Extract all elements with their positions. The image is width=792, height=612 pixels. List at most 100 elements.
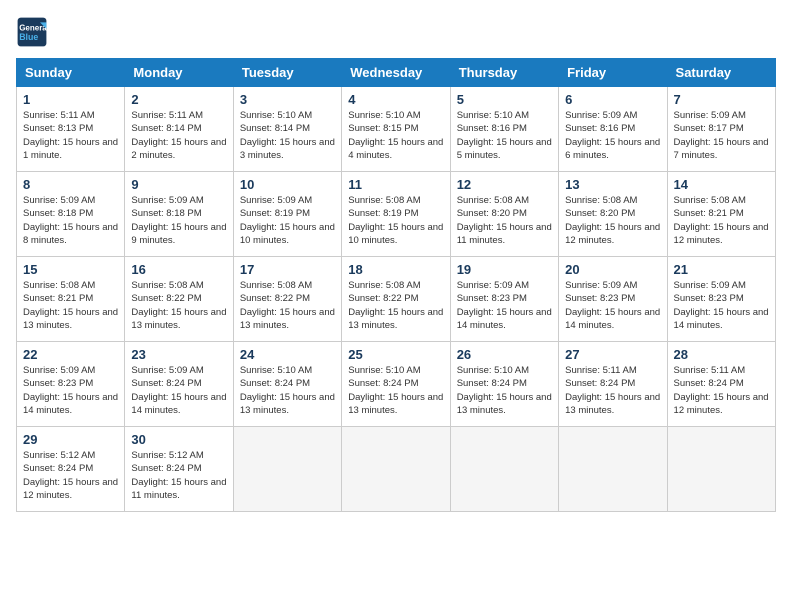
calendar-day-cell: 26 Sunrise: 5:10 AMSunset: 8:24 PMDayligh… [450, 342, 558, 427]
calendar-day-cell: 13 Sunrise: 5:08 AMSunset: 8:20 PMDayligh… [559, 172, 667, 257]
day-info: Sunrise: 5:11 AMSunset: 8:24 PMDaylight:… [565, 364, 660, 417]
day-info: Sunrise: 5:08 AMSunset: 8:21 PMDaylight:… [674, 194, 769, 247]
calendar-week-row: 29 Sunrise: 5:12 AMSunset: 8:24 PMDayligh… [17, 427, 776, 512]
calendar-day-cell: 18 Sunrise: 5:08 AMSunset: 8:22 PMDayligh… [342, 257, 450, 342]
day-number: 11 [348, 177, 443, 192]
calendar-day-cell: 17 Sunrise: 5:08 AMSunset: 8:22 PMDayligh… [233, 257, 341, 342]
svg-text:Blue: Blue [19, 32, 38, 42]
day-number: 27 [565, 347, 660, 362]
day-number: 1 [23, 92, 118, 107]
day-info: Sunrise: 5:08 AMSunset: 8:22 PMDaylight:… [348, 279, 443, 332]
day-number: 14 [674, 177, 769, 192]
day-number: 9 [131, 177, 226, 192]
day-number: 6 [565, 92, 660, 107]
header: General Blue [16, 16, 776, 48]
day-number: 24 [240, 347, 335, 362]
calendar-day-cell: 15 Sunrise: 5:08 AMSunset: 8:21 PMDayligh… [17, 257, 125, 342]
day-info: Sunrise: 5:11 AMSunset: 8:13 PMDaylight:… [23, 109, 118, 162]
calendar-weekday-header: Wednesday [342, 59, 450, 87]
calendar-week-row: 8 Sunrise: 5:09 AMSunset: 8:18 PMDaylight… [17, 172, 776, 257]
calendar-day-cell [233, 427, 341, 512]
calendar-day-cell: 19Sunrise: 5:09 AMSunset: 8:23 PMDayligh… [450, 257, 558, 342]
day-number: 30 [131, 432, 226, 447]
day-info: Sunrise: 5:08 AMSunset: 8:20 PMDaylight:… [457, 194, 552, 247]
calendar-day-cell: 2 Sunrise: 5:11 AMSunset: 8:14 PMDaylight… [125, 87, 233, 172]
calendar-weekday-header: Sunday [17, 59, 125, 87]
calendar-table: SundayMondayTuesdayWednesdayThursdayFrid… [16, 58, 776, 512]
day-number: 7 [674, 92, 769, 107]
calendar-weekday-header: Friday [559, 59, 667, 87]
day-info: Sunrise: 5:09 AMSunset: 8:23 PMDaylight:… [674, 279, 769, 332]
calendar-day-cell: 6 Sunrise: 5:09 AMSunset: 8:16 PMDaylight… [559, 87, 667, 172]
calendar-weekday-header: Thursday [450, 59, 558, 87]
calendar-day-cell: 12 Sunrise: 5:08 AMSunset: 8:20 PMDayligh… [450, 172, 558, 257]
day-number: 13 [565, 177, 660, 192]
day-number: 3 [240, 92, 335, 107]
day-number: 25 [348, 347, 443, 362]
day-info: Sunrise: 5:11 AMSunset: 8:24 PMDaylight:… [674, 364, 769, 417]
day-info: Sunrise: 5:09 AMSunset: 8:23 PMDaylight:… [565, 279, 660, 332]
calendar-day-cell [342, 427, 450, 512]
calendar-day-cell: 30 Sunrise: 5:12 AMSunset: 8:24 PMDayligh… [125, 427, 233, 512]
day-info: Sunrise: 5:10 AMSunset: 8:14 PMDaylight:… [240, 109, 335, 162]
calendar-day-cell: 5Sunrise: 5:10 AMSunset: 8:16 PMDaylight… [450, 87, 558, 172]
day-info: Sunrise: 5:09 AMSunset: 8:17 PMDaylight:… [674, 109, 769, 162]
day-number: 2 [131, 92, 226, 107]
calendar-week-row: 1 Sunrise: 5:11 AMSunset: 8:13 PMDaylight… [17, 87, 776, 172]
day-info: Sunrise: 5:11 AMSunset: 8:14 PMDaylight:… [131, 109, 226, 162]
day-number: 4 [348, 92, 443, 107]
day-info: Sunrise: 5:10 AMSunset: 8:24 PMDaylight:… [240, 364, 335, 417]
day-info: Sunrise: 5:09 AMSunset: 8:18 PMDaylight:… [131, 194, 226, 247]
calendar-weekday-header: Saturday [667, 59, 775, 87]
calendar-day-cell: 21 Sunrise: 5:09 AMSunset: 8:23 PMDayligh… [667, 257, 775, 342]
day-info: Sunrise: 5:09 AMSunset: 8:16 PMDaylight:… [565, 109, 660, 162]
day-number: 17 [240, 262, 335, 277]
calendar-day-cell: 23Sunrise: 5:09 AMSunset: 8:24 PMDayligh… [125, 342, 233, 427]
day-number: 21 [674, 262, 769, 277]
calendar-day-cell: 9 Sunrise: 5:09 AMSunset: 8:18 PMDaylight… [125, 172, 233, 257]
calendar-week-row: 15 Sunrise: 5:08 AMSunset: 8:21 PMDayligh… [17, 257, 776, 342]
day-number: 18 [348, 262, 443, 277]
day-number: 23 [131, 347, 226, 362]
calendar-day-cell: 10 Sunrise: 5:09 AMSunset: 8:19 PMDayligh… [233, 172, 341, 257]
day-number: 26 [457, 347, 552, 362]
calendar-header: SundayMondayTuesdayWednesdayThursdayFrid… [17, 59, 776, 87]
day-info: Sunrise: 5:08 AMSunset: 8:22 PMDaylight:… [240, 279, 335, 332]
day-info: Sunrise: 5:09 AMSunset: 8:18 PMDaylight:… [23, 194, 118, 247]
day-number: 22 [23, 347, 118, 362]
day-info: Sunrise: 5:08 AMSunset: 8:19 PMDaylight:… [348, 194, 443, 247]
calendar-day-cell: 7 Sunrise: 5:09 AMSunset: 8:17 PMDaylight… [667, 87, 775, 172]
day-number: 10 [240, 177, 335, 192]
day-info: Sunrise: 5:10 AMSunset: 8:16 PMDaylight:… [457, 109, 552, 162]
day-number: 12 [457, 177, 552, 192]
calendar-day-cell: 29 Sunrise: 5:12 AMSunset: 8:24 PMDayligh… [17, 427, 125, 512]
calendar-week-row: 22Sunrise: 5:09 AMSunset: 8:23 PMDayligh… [17, 342, 776, 427]
calendar-day-cell: 1 Sunrise: 5:11 AMSunset: 8:13 PMDaylight… [17, 87, 125, 172]
calendar-day-cell: 27 Sunrise: 5:11 AMSunset: 8:24 PMDayligh… [559, 342, 667, 427]
calendar-weekday-header: Monday [125, 59, 233, 87]
calendar-weekday-header: Tuesday [233, 59, 341, 87]
day-info: Sunrise: 5:08 AMSunset: 8:21 PMDaylight:… [23, 279, 118, 332]
calendar-day-cell: 20 Sunrise: 5:09 AMSunset: 8:23 PMDayligh… [559, 257, 667, 342]
day-number: 20 [565, 262, 660, 277]
calendar-day-cell [559, 427, 667, 512]
day-info: Sunrise: 5:10 AMSunset: 8:24 PMDaylight:… [457, 364, 552, 417]
calendar-day-cell: 24 Sunrise: 5:10 AMSunset: 8:24 PMDayligh… [233, 342, 341, 427]
calendar-day-cell: 11 Sunrise: 5:08 AMSunset: 8:19 PMDayligh… [342, 172, 450, 257]
day-info: Sunrise: 5:12 AMSunset: 8:24 PMDaylight:… [23, 449, 118, 502]
calendar-day-cell [667, 427, 775, 512]
day-number: 8 [23, 177, 118, 192]
day-info: Sunrise: 5:09 AMSunset: 8:19 PMDaylight:… [240, 194, 335, 247]
day-number: 15 [23, 262, 118, 277]
day-info: Sunrise: 5:12 AMSunset: 8:24 PMDaylight:… [131, 449, 226, 502]
calendar-body: 1 Sunrise: 5:11 AMSunset: 8:13 PMDaylight… [17, 87, 776, 512]
logo: General Blue [16, 16, 52, 48]
day-number: 29 [23, 432, 118, 447]
calendar-day-cell: 3 Sunrise: 5:10 AMSunset: 8:14 PMDaylight… [233, 87, 341, 172]
calendar-day-cell: 14 Sunrise: 5:08 AMSunset: 8:21 PMDayligh… [667, 172, 775, 257]
calendar-day-cell: 4Sunrise: 5:10 AMSunset: 8:15 PMDaylight… [342, 87, 450, 172]
calendar-day-cell: 22Sunrise: 5:09 AMSunset: 8:23 PMDayligh… [17, 342, 125, 427]
day-info: Sunrise: 5:08 AMSunset: 8:20 PMDaylight:… [565, 194, 660, 247]
calendar-day-cell: 8 Sunrise: 5:09 AMSunset: 8:18 PMDaylight… [17, 172, 125, 257]
calendar-day-cell: 16Sunrise: 5:08 AMSunset: 8:22 PMDayligh… [125, 257, 233, 342]
